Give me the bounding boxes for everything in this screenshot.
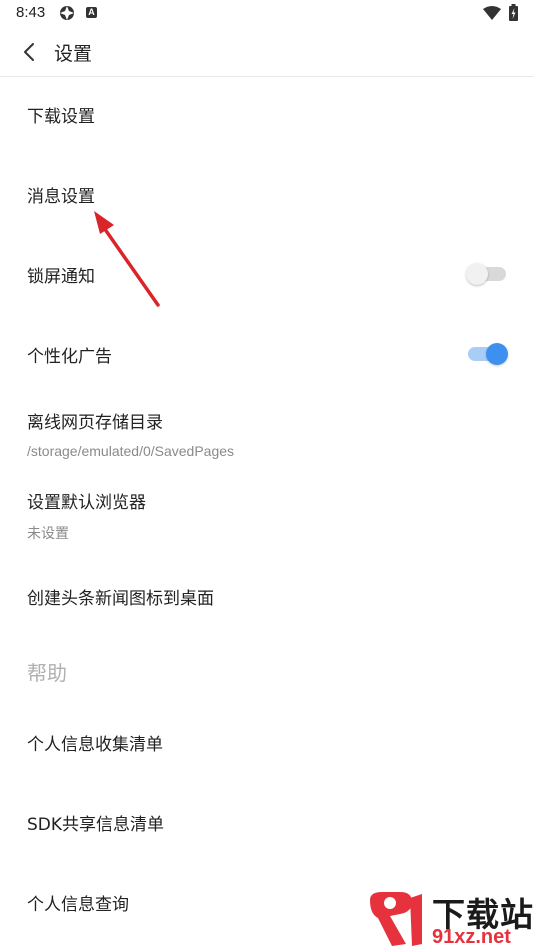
- create-shortcut-row[interactable]: 创建头条新闻图标到桌面: [0, 556, 534, 636]
- download-settings-label: 下载设置: [27, 107, 95, 127]
- help-section-header: 帮助: [27, 661, 67, 685]
- lockscreen-notification-toggle[interactable]: [466, 263, 508, 285]
- default-browser-value: 未设置: [27, 525, 69, 541]
- lockscreen-notification-row[interactable]: 锁屏通知: [0, 236, 534, 316]
- status-time: 8:43: [16, 4, 46, 21]
- watermark-logo-icon: [370, 892, 422, 946]
- app-notification-icon: [60, 6, 74, 20]
- app-bar: 设置: [0, 28, 534, 77]
- back-arrow-icon[interactable]: [14, 36, 46, 68]
- message-settings-row[interactable]: 消息设置: [0, 156, 534, 236]
- personalized-ads-row[interactable]: 个性化广告: [0, 316, 534, 396]
- offline-storage-dir-row[interactable]: 离线网页存储目录 /storage/emulated/0/SavedPages: [0, 396, 534, 476]
- personalized-ads-toggle[interactable]: [466, 343, 508, 365]
- personal-info-query-label: 个人信息查询: [27, 895, 129, 915]
- lockscreen-notification-label: 锁屏通知: [27, 267, 95, 287]
- page-title: 设置: [54, 43, 93, 65]
- toggle-thumb: [486, 343, 508, 365]
- sdk-sharing-list-row[interactable]: SDK共享信息清单: [0, 782, 534, 862]
- battery-icon: [509, 4, 518, 21]
- offline-storage-dir-value: /storage/emulated/0/SavedPages: [27, 443, 235, 459]
- personal-info-collection-label: 个人信息收集清单: [27, 735, 163, 755]
- watermark: 下载站 91xz.net: [360, 888, 534, 950]
- status-bar: 8:43 A: [0, 0, 534, 28]
- personal-info-collection-row[interactable]: 个人信息收集清单: [0, 702, 534, 782]
- wifi-icon: [483, 6, 501, 20]
- toggle-thumb: [466, 263, 488, 285]
- offline-storage-dir-label: 离线网页存储目录: [27, 413, 163, 433]
- default-browser-row[interactable]: 设置默认浏览器 未设置: [0, 476, 534, 556]
- download-settings-row[interactable]: 下载设置: [0, 76, 534, 156]
- sdk-sharing-list-label: SDK共享信息清单: [27, 815, 165, 835]
- message-settings-label: 消息设置: [27, 187, 95, 207]
- create-shortcut-label: 创建头条新闻图标到桌面: [27, 589, 214, 609]
- personalized-ads-label: 个性化广告: [27, 347, 112, 367]
- watermark-url: 91xz.net: [432, 926, 511, 948]
- a-notification-icon: A: [86, 7, 97, 18]
- default-browser-label: 设置默认浏览器: [27, 493, 146, 513]
